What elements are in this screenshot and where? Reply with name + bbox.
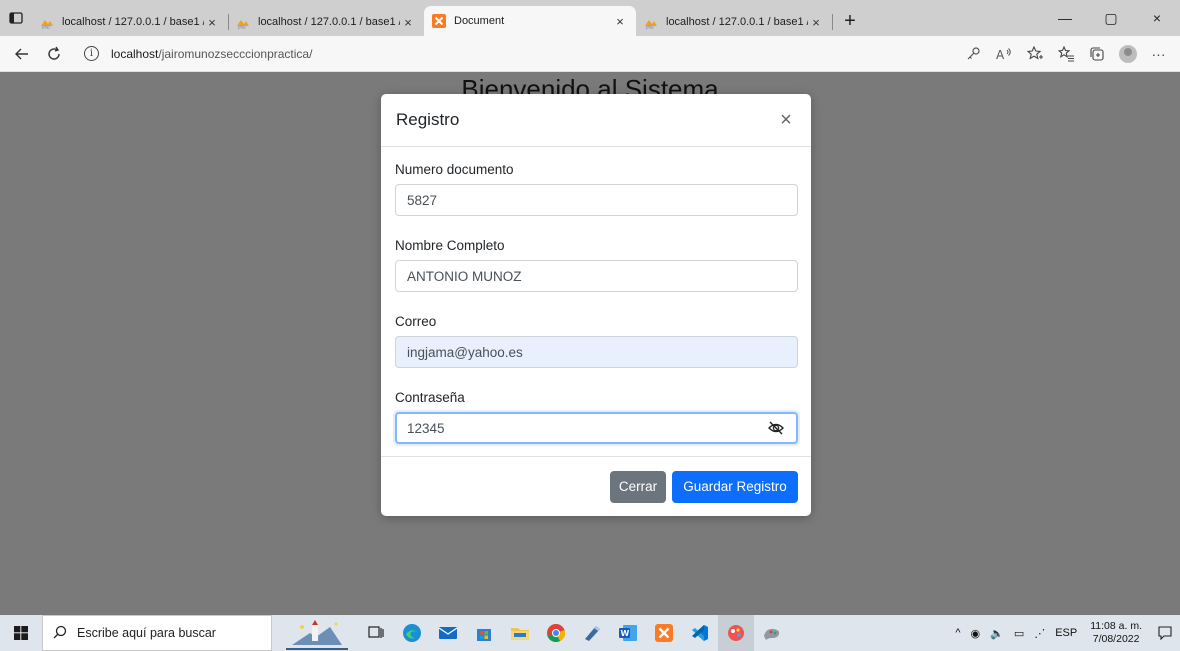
full-name-label: Nombre Completo [395,238,505,253]
refresh-icon [48,46,60,60]
windows-logo-icon [14,626,28,640]
document-number-input[interactable]: 5827 [395,184,798,216]
vscode-icon[interactable] [682,615,718,651]
word-icon[interactable]: W [610,615,646,651]
cerrar-button[interactable]: Cerrar [610,470,666,503]
registro-modal: Registro × Numero documento 5827 Nombre … [381,94,811,516]
clock-date: 7/08/2022 [1092,633,1140,645]
tab-title: localhost / 127.0.0.1 / base1 / tal [666,16,808,28]
field-value: 12345 [407,420,445,436]
svg-text:php: php [238,25,246,30]
phpmyadmin-icon: php [237,20,249,30]
store-icon[interactable] [466,615,502,651]
info-icon[interactable]: i [84,46,99,61]
clock-time: 11:08 a. m. [1090,620,1142,632]
browser-toolbar: i localhost/jairomunozsecccionpractica/ … [0,36,1180,72]
phpmyadmin-icon: php [41,20,53,30]
address-bar[interactable]: i localhost/jairomunozsecccionpractica/ [70,40,957,68]
tab-close-button[interactable]: × [808,15,824,30]
browser-tab-1[interactable]: php localhost / 127.0.0.1 / base1 / tal … [32,8,229,36]
favorites-icon[interactable] [1050,38,1081,70]
language-indicator[interactable]: ESP [1050,627,1082,639]
favorite-add-icon[interactable] [1019,38,1050,70]
phpmyadmin-icon: php [645,20,657,30]
battery-icon[interactable]: ▭ [1009,627,1029,640]
refresh-button[interactable] [38,38,70,70]
browser-tab-2[interactable]: php localhost / 127.0.0.1 / base1 / tal … [228,8,425,36]
tab-close-button[interactable]: × [204,15,220,30]
search-highlight-illustration [272,615,358,651]
taskbar-apps: W [358,615,790,651]
password-input[interactable]: 12345 [395,412,798,444]
file-explorer-icon[interactable] [502,615,538,651]
password-label: Contraseña [395,390,465,405]
tab-close-button[interactable]: × [400,15,416,30]
task-view-icon[interactable] [358,615,394,651]
collections-icon[interactable] [1081,38,1112,70]
tab-actions-icon [9,12,23,24]
eye-slash-icon[interactable] [766,418,786,438]
svg-text:php: php [42,25,50,30]
mail-icon[interactable] [430,615,466,651]
paint-app-icon[interactable] [718,615,754,651]
browser-tab-strip: php localhost / 127.0.0.1 / base1 / tal … [0,0,1180,36]
guardar-registro-button[interactable]: Guardar Registro [672,470,798,503]
svg-text:W: W [621,629,630,638]
tab-close-button[interactable]: × [612,14,628,29]
field-value: 5827 [407,192,438,208]
edge-icon[interactable] [394,615,430,651]
field-value: ANTONIO MUNOZ [407,268,522,284]
svg-text:php: php [646,25,654,30]
field-value: ingjama@yahoo.es [407,344,523,360]
tab-title: Document [454,15,505,27]
tab-actions-button[interactable] [0,0,32,36]
modal-close-button[interactable]: × [777,110,795,130]
notifications-icon[interactable] [1150,615,1180,651]
url-path: /jairomunozsecccionpractica/ [158,46,313,61]
modal-body: Numero documento 5827 Nombre Completo AN… [381,147,811,444]
xampp-icon [432,14,446,28]
read-aloud-icon[interactable]: A [988,38,1019,70]
avatar [1118,44,1137,63]
taskbar-search[interactable]: Escribe aquí para buscar [42,615,272,651]
key-icon[interactable] [957,38,988,70]
system-tray: ^ ◉ 🔈 ▭ ⋰ ESP 11:08 a. m. 7/08/2022 [950,615,1180,651]
back-button[interactable] [6,38,38,70]
url-host: localhost [111,46,159,61]
windows-taskbar: Escribe aquí para buscar W ^ ◉ 🔈 ▭ ⋰ ESP… [0,615,1180,651]
tab-title: localhost / 127.0.0.1 / base1 / tal [258,16,400,28]
document-number-label: Numero documento [395,162,514,177]
tab-title: localhost / 127.0.0.1 / base1 / tal [62,16,204,28]
wifi-icon[interactable]: ⋰ [1029,627,1050,640]
paint-3d-icon[interactable] [754,615,790,651]
email-input[interactable]: ingjama@yahoo.es [395,336,798,368]
search-placeholder: Escribe aquí para buscar [77,626,216,640]
toolbar-actions: A ··· [957,38,1174,70]
snip-tool-icon[interactable] [574,615,610,651]
full-name-input[interactable]: ANTONIO MUNOZ [395,260,798,292]
xampp-taskbar-icon[interactable] [646,615,682,651]
profile-avatar[interactable] [1112,38,1143,70]
window-close-button[interactable]: × [1134,0,1180,36]
browser-tab-3[interactable]: Document × [424,6,636,36]
clock[interactable]: 11:08 a. m. 7/08/2022 [1082,620,1150,646]
chevron-up-icon[interactable]: ^ [950,627,965,639]
volume-icon[interactable]: 🔈 [985,627,1009,640]
restore-button[interactable]: ▢ [1088,0,1134,36]
minimize-button[interactable]: — [1042,0,1088,36]
location-icon[interactable]: ◉ [966,627,986,640]
modal-title: Registro [396,110,460,129]
search-icon [53,625,67,642]
arrow-left-icon [15,48,28,59]
modal-footer: Cerrar Guardar Registro [381,456,811,516]
email-label: Correo [395,314,437,329]
new-tab-button[interactable]: + [836,7,864,35]
browser-tab-4[interactable]: php localhost / 127.0.0.1 / base1 / tal … [636,8,833,36]
chrome-icon[interactable] [538,615,574,651]
svg-text:A: A [996,48,1005,61]
window-controls: — ▢ × [1042,0,1180,36]
start-button[interactable] [0,615,42,651]
modal-header: Registro × [381,94,811,147]
more-menu-icon[interactable]: ··· [1143,38,1174,70]
